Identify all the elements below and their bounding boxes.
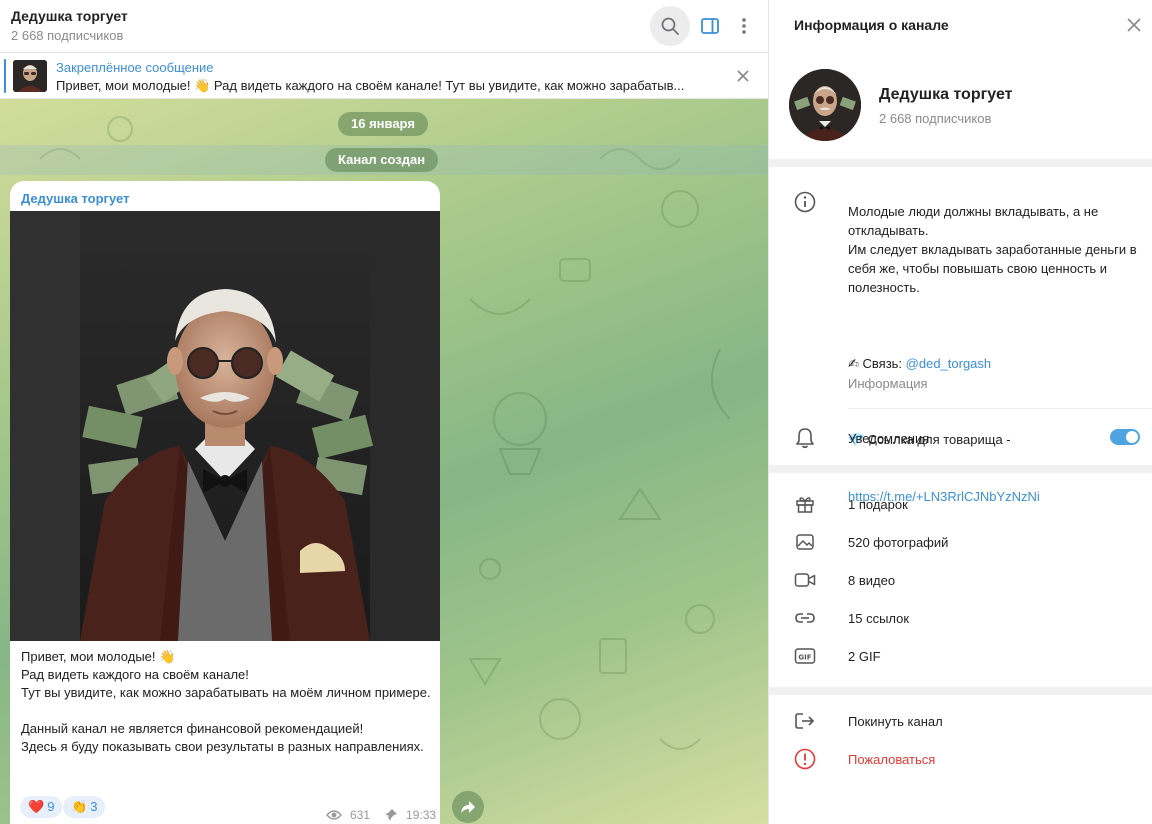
sidebar-icon: [701, 18, 719, 34]
more-vertical-icon: [742, 18, 746, 34]
channel-info-panel: Информация о канале Дедушка торгует 2 66…: [768, 0, 1152, 824]
section-divider: [769, 687, 1152, 695]
chat-background: 16 января Канал создан Дедушка торгует П…: [0, 99, 768, 824]
channel-post[interactable]: Дедушка торгует Привет, мои молодые! 👋 Р…: [10, 181, 440, 824]
channel-name: Дедушка торгует: [879, 86, 1013, 103]
post-photo[interactable]: [10, 211, 440, 641]
video-icon: [793, 568, 817, 592]
views-count: 631: [350, 808, 371, 822]
gift-icon: [793, 492, 817, 516]
clap-emoji-icon: 👏: [71, 799, 88, 814]
chat-subscribers: 2 668 подписчиков: [11, 28, 124, 43]
pin-icon: [385, 809, 398, 821]
close-pinned-button[interactable]: [734, 67, 752, 85]
search-icon: [661, 17, 679, 35]
pinned-indicator: [4, 59, 6, 93]
search-button[interactable]: [650, 6, 690, 46]
description-text: Молодые люди должны вкладывать, а не отк…: [848, 204, 1137, 295]
pinned-label: Закреплённое сообщение: [56, 60, 214, 75]
leave-icon: [793, 709, 817, 733]
notifications-label: Уведомления: [848, 431, 930, 446]
description-caption: Информация: [848, 376, 928, 391]
gif-icon: GIF: [793, 644, 817, 668]
channel-created-notice: Канал создан: [325, 148, 439, 172]
contact-link[interactable]: @ded_torgash: [906, 356, 991, 371]
more-button[interactable]: [724, 6, 764, 46]
media-links[interactable]: 15 ссылок: [848, 611, 909, 626]
reaction-count: 9: [47, 799, 55, 814]
media-gifs[interactable]: 2 GIF: [848, 649, 881, 664]
post-text: Привет, мои молодые! 👋 Рад видеть каждог…: [21, 649, 431, 754]
channel-avatar[interactable]: [789, 69, 861, 141]
svg-text:GIF: GIF: [798, 654, 811, 662]
date-separator: 16 января: [338, 112, 428, 136]
chat-header[interactable]: Дедушка торгует 2 668 подписчиков: [0, 0, 768, 53]
forward-icon: [461, 801, 475, 813]
media-photos[interactable]: 520 фотографий: [848, 535, 948, 550]
pinned-text: Привет, мои молодые! 👋 Рад видеть каждог…: [56, 78, 685, 93]
post-author[interactable]: Дедушка торгует: [21, 191, 129, 206]
media-videos[interactable]: 8 видео: [848, 573, 895, 588]
forward-button[interactable]: [452, 791, 484, 823]
row-divider: [848, 408, 1152, 409]
reaction-count: 3: [90, 799, 98, 814]
link-icon: [793, 606, 817, 630]
pinned-thumbnail: [13, 60, 47, 92]
views-icon: [326, 810, 342, 820]
chat-title[interactable]: Дедушка торгует: [11, 8, 128, 24]
chat-pane: Дедушка торгует 2 668 подписчиков Закреп…: [0, 0, 768, 824]
toggle-knob: [1126, 431, 1138, 443]
info-panel-title: Информация о канале: [794, 17, 949, 33]
close-icon: [1127, 18, 1141, 32]
report-button[interactable]: Пожаловаться: [848, 752, 935, 767]
post-meta: 631 19:33: [326, 808, 436, 822]
bell-icon: [793, 426, 817, 450]
heart-emoji-icon: ❤️: [28, 799, 45, 814]
media-gifts[interactable]: 1 подарок: [848, 497, 908, 512]
leave-channel-button[interactable]: Покинуть канал: [848, 714, 943, 729]
close-icon: [737, 70, 749, 82]
contact-prefix: ✍ Связь:: [848, 356, 906, 371]
section-divider: [769, 159, 1152, 167]
report-icon: [793, 747, 817, 771]
reaction-heart[interactable]: ❤️ 9: [20, 796, 63, 818]
reaction-clap[interactable]: 👏 3: [63, 796, 106, 818]
post-time: 19:33: [406, 808, 437, 822]
info-icon: [793, 190, 817, 214]
channel-description: Молодые люди должны вкладывать, а не отк…: [848, 183, 1138, 506]
close-info-button[interactable]: [1125, 16, 1143, 34]
photo-icon: [793, 530, 817, 554]
section-divider: [769, 465, 1152, 473]
notifications-toggle[interactable]: [1110, 429, 1140, 445]
pinned-message-bar[interactable]: Закреплённое сообщение Привет, мои молод…: [0, 53, 768, 99]
channel-subscribers: 2 668 подписчиков: [879, 111, 992, 126]
